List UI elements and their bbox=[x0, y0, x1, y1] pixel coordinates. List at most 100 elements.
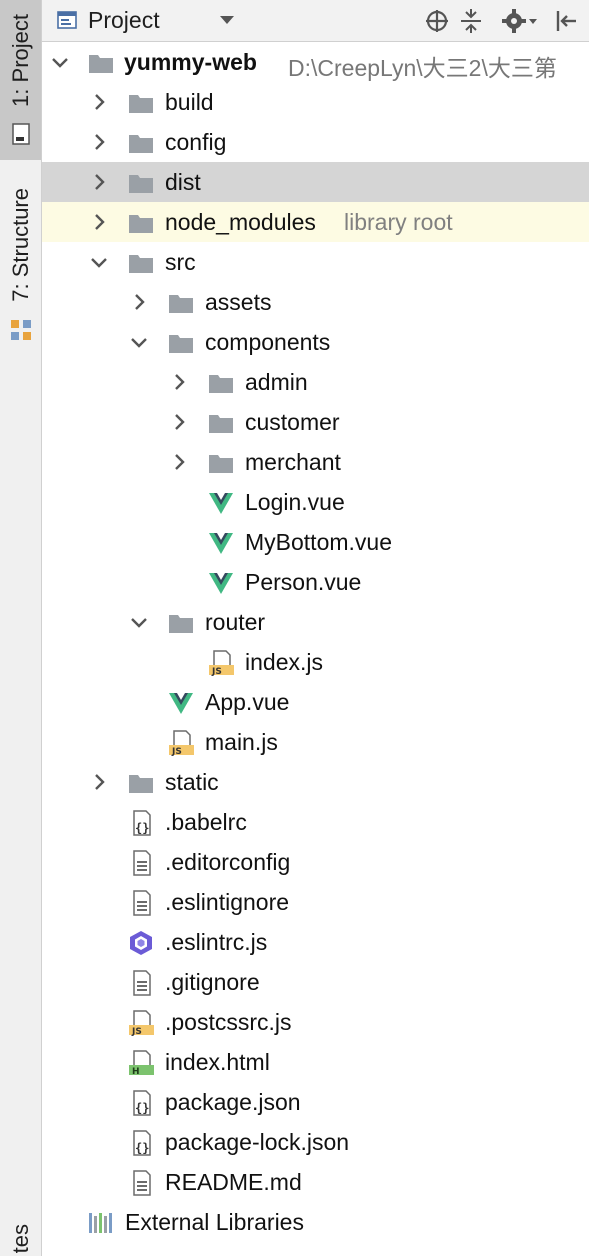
folder-icon bbox=[129, 135, 153, 153]
tree-item-label: src bbox=[165, 249, 196, 275]
tree-row[interactable]: router bbox=[42, 602, 589, 642]
tree-row-external-libraries[interactable]: External Libraries bbox=[42, 1202, 589, 1242]
tree-item-label: config bbox=[165, 129, 227, 155]
svg-text:JS: JS bbox=[171, 747, 182, 756]
chevron-right-icon[interactable] bbox=[88, 771, 110, 793]
tree-row[interactable]: Person.vue bbox=[42, 562, 589, 602]
tree-row[interactable]: merchant bbox=[42, 442, 589, 482]
chevron-right-icon[interactable] bbox=[88, 211, 110, 233]
tree-row[interactable]: JS .postcssrc.js bbox=[42, 1002, 589, 1042]
tree-row[interactable]: {} package.json bbox=[42, 1082, 589, 1122]
strip-tab-structure[interactable]: 7: Structure bbox=[0, 180, 41, 350]
gear-icon[interactable] bbox=[502, 8, 540, 34]
html-file-icon: H bbox=[129, 1050, 154, 1076]
tree-item-label: MyBottom.vue bbox=[245, 529, 392, 555]
chevron-down-icon[interactable] bbox=[128, 331, 150, 353]
tree-row[interactable]: {} package-lock.json bbox=[42, 1122, 589, 1162]
tree-row[interactable]: .eslintrc.js bbox=[42, 922, 589, 962]
tree-row-selected[interactable]: dist bbox=[42, 162, 589, 202]
strip-tab-favorites-label: tes bbox=[7, 1224, 33, 1254]
tree-item-label: package.json bbox=[165, 1089, 301, 1115]
chevron-right-icon[interactable] bbox=[88, 171, 110, 193]
strip-tab-project[interactable]: 1: Project bbox=[0, 0, 41, 160]
tree-row[interactable]: components bbox=[42, 322, 589, 362]
project-tool-window: 1: Project 7: Structure tes Project yumm… bbox=[0, 0, 589, 1256]
tree-row[interactable]: README.md bbox=[42, 1162, 589, 1202]
tree-row[interactable]: .gitignore bbox=[42, 962, 589, 1002]
tree-row[interactable]: JS main.js bbox=[42, 722, 589, 762]
tree-item-label: admin bbox=[245, 369, 308, 395]
tree-row-library-root[interactable]: node_modules library root bbox=[42, 202, 589, 242]
tree-item-label: .postcssrc.js bbox=[165, 1009, 292, 1035]
folder-icon bbox=[129, 215, 153, 233]
tree-row[interactable]: assets bbox=[42, 282, 589, 322]
tree-row[interactable]: .editorconfig bbox=[42, 842, 589, 882]
chevron-down-icon[interactable] bbox=[49, 51, 71, 73]
chevron-down-icon[interactable] bbox=[88, 251, 110, 273]
vue-file-icon bbox=[209, 573, 233, 594]
tree-item-label: .babelrc bbox=[165, 809, 247, 835]
tree-item-label: Login.vue bbox=[245, 489, 345, 515]
tool-window-strip: 1: Project 7: Structure tes bbox=[0, 0, 42, 1256]
chevron-right-icon[interactable] bbox=[128, 291, 150, 313]
json-file-icon: {} bbox=[133, 810, 151, 836]
tree-row[interactable]: admin bbox=[42, 362, 589, 402]
tree-item-label: package-lock.json bbox=[165, 1129, 350, 1155]
eslint-icon bbox=[130, 931, 152, 955]
tree-row[interactable]: .eslintignore bbox=[42, 882, 589, 922]
strip-tab-project-label: 1: Project bbox=[7, 14, 33, 107]
chevron-down-icon[interactable] bbox=[220, 16, 234, 24]
tree-item-label: components bbox=[205, 329, 331, 355]
tree-row[interactable]: Login.vue bbox=[42, 482, 589, 522]
folder-icon bbox=[209, 415, 233, 433]
tree-item-label: main.js bbox=[205, 729, 278, 755]
js-file-icon: JS bbox=[129, 1010, 154, 1036]
chevron-right-icon[interactable] bbox=[88, 131, 110, 153]
tree-row[interactable]: App.vue bbox=[42, 682, 589, 722]
locate-icon[interactable] bbox=[424, 8, 450, 34]
library-root-tag: library root bbox=[344, 209, 453, 235]
libraries-icon bbox=[89, 1213, 112, 1233]
text-file-icon bbox=[133, 850, 151, 876]
tree-item-label: README.md bbox=[165, 1169, 302, 1195]
folder-icon bbox=[129, 255, 153, 273]
tree-item-label: Person.vue bbox=[245, 569, 362, 595]
tree-row[interactable]: src bbox=[42, 242, 589, 282]
tree-item-label: router bbox=[205, 609, 266, 635]
chevron-down-icon[interactable] bbox=[128, 611, 150, 633]
tree-item-label: index.js bbox=[245, 649, 323, 675]
text-file-icon bbox=[133, 890, 151, 916]
hide-panel-icon[interactable] bbox=[552, 8, 578, 34]
tree-row[interactable]: build bbox=[42, 82, 589, 122]
tree-row[interactable]: customer bbox=[42, 402, 589, 442]
folder-icon bbox=[169, 615, 193, 633]
view-selector-label[interactable]: Project bbox=[88, 7, 160, 34]
tree-item-label: dist bbox=[165, 169, 201, 195]
chevron-right-icon[interactable] bbox=[168, 411, 190, 433]
folder-icon bbox=[209, 455, 233, 473]
tree-row[interactable]: static bbox=[42, 762, 589, 802]
project-path: D:\CreepLyn\大三2\大三第 bbox=[288, 55, 557, 81]
chevron-right-icon[interactable] bbox=[88, 91, 110, 113]
tree-row[interactable]: MyBottom.vue bbox=[42, 522, 589, 562]
collapse-all-icon[interactable] bbox=[458, 8, 484, 34]
tree-item-label: node_modules bbox=[165, 209, 316, 235]
tree-item-label: .gitignore bbox=[165, 969, 260, 995]
tree-row[interactable]: {} .babelrc bbox=[42, 802, 589, 842]
svg-text:JS: JS bbox=[131, 1027, 142, 1036]
tree-item-label: .eslintignore bbox=[165, 889, 290, 915]
tree-item-label: App.vue bbox=[205, 689, 290, 715]
chevron-right-icon[interactable] bbox=[168, 371, 190, 393]
tree-row[interactable]: JS index.js bbox=[42, 642, 589, 682]
svg-text:{}: {} bbox=[135, 1101, 149, 1115]
strip-tab-favorites[interactable]: tes bbox=[0, 1210, 41, 1256]
tree-row[interactable]: config bbox=[42, 122, 589, 162]
folder-icon bbox=[129, 775, 153, 793]
structure-icon bbox=[11, 320, 31, 340]
tree-row-root[interactable]: yummy-web D:\CreepLyn\大三2\大三第 bbox=[42, 42, 589, 82]
tree-item-label: merchant bbox=[245, 449, 341, 475]
tree-row[interactable]: H index.html bbox=[42, 1042, 589, 1082]
tree-item-label: .editorconfig bbox=[165, 849, 291, 875]
tree-item-label: assets bbox=[205, 289, 272, 315]
chevron-right-icon[interactable] bbox=[168, 451, 190, 473]
